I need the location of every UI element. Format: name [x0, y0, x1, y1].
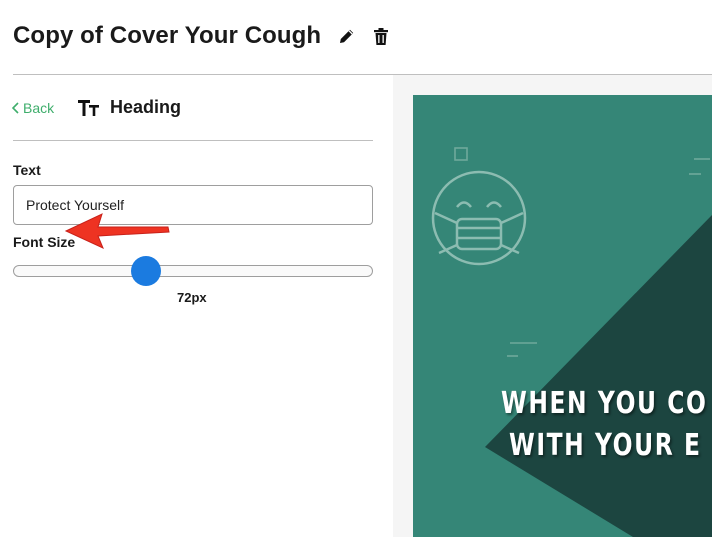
trash-icon[interactable] — [371, 26, 391, 46]
text-type-icon — [78, 100, 99, 116]
preview-canvas[interactable]: WHEN YOU CO WITH YOUR E — [413, 95, 712, 537]
back-label: Back — [23, 100, 55, 116]
document-title: Copy of Cover Your Cough — [13, 22, 322, 49]
font-size-slider-track[interactable] — [13, 265, 373, 277]
masked-face-icon — [431, 170, 527, 266]
panel-title: Heading — [110, 97, 182, 117]
annotation-arrow-icon — [64, 213, 170, 249]
page-header: Copy of Cover Your Cough — [13, 20, 391, 52]
poster-headline-line2: WITH YOUR E — [509, 428, 702, 463]
chevron-left-icon — [12, 102, 19, 114]
poster-artwork — [431, 147, 712, 537]
pencil-icon[interactable] — [337, 26, 357, 46]
font-size-slider-thumb[interactable] — [131, 256, 162, 286]
back-link[interactable]: Back — [12, 100, 54, 116]
editor-screen: Copy of Cover Your Cough Back Heading Te… — [0, 0, 712, 537]
panel-divider — [13, 140, 373, 141]
font-size-value: 72px — [177, 290, 207, 305]
poster-headline-line1: WHEN YOU CO — [501, 386, 708, 421]
text-field-label: Text — [13, 162, 41, 178]
